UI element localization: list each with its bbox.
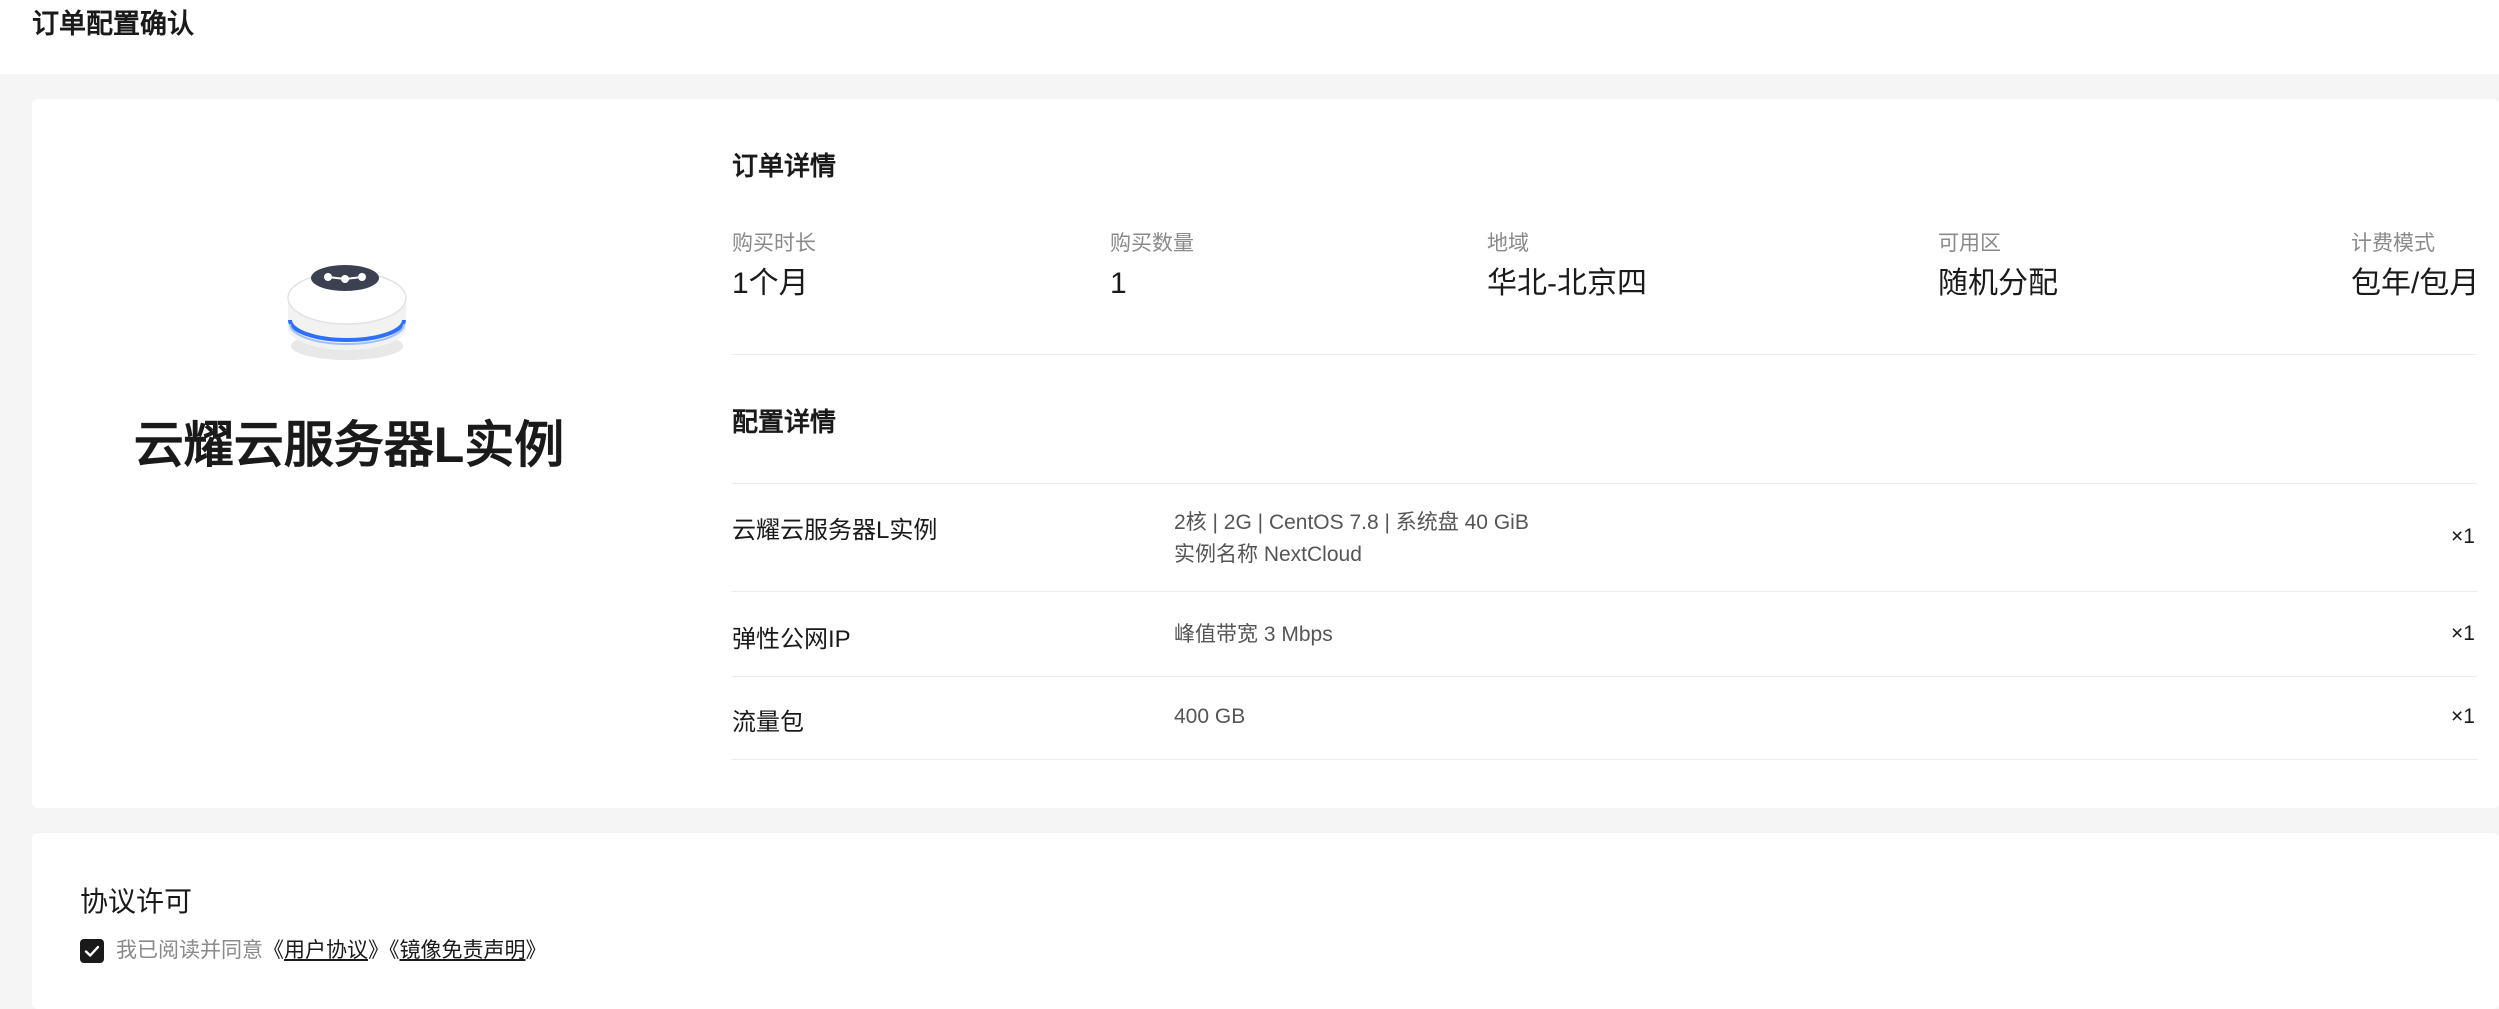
bracket: 》	[368, 939, 389, 962]
config-item-spec: 400 GB	[1174, 705, 1246, 728]
info-region: 地域 华北-北京四	[1487, 230, 1647, 304]
info-duration: 购买时长 1个月	[732, 230, 816, 304]
order-details-title: 订单详情	[732, 151, 837, 181]
page-title: 订单配置确认	[32, 9, 194, 39]
agreement-card	[32, 833, 2499, 1009]
divider	[732, 676, 2477, 677]
info-label: 地域	[1487, 232, 1529, 255]
info-label: 可用区	[1938, 232, 2001, 255]
info-quantity: 购买数量 1	[1110, 230, 1194, 304]
info-value: 包年/包月	[2351, 267, 2480, 300]
info-billing-mode: 计费模式 包年/包月	[2351, 230, 2479, 304]
config-item-spec: 2核 | 2G | CentOS 7.8 | 系统盘 40 GiB 实例名称 N…	[1174, 507, 1529, 571]
config-item-qty: ×1	[2451, 525, 2475, 548]
agreement-text: 我已阅读并同意《用户协议》《镜像免责声明》	[116, 937, 547, 965]
image-disclaimer-link[interactable]: 镜像免责声明	[400, 939, 526, 962]
info-value: 华北-北京四	[1487, 267, 1647, 300]
agreement-prefix: 我已阅读并同意	[116, 939, 263, 962]
config-item-name: 流量包	[732, 709, 804, 736]
config-spec-line: 2核 | 2G | CentOS 7.8 | 系统盘 40 GiB	[1174, 511, 1529, 534]
config-item-name: 弹性公网IP	[732, 626, 851, 653]
info-value: 1个月	[732, 267, 809, 300]
bracket: 《	[263, 939, 284, 962]
config-item-qty: ×1	[2451, 705, 2475, 728]
info-label: 购买时长	[732, 232, 816, 255]
bracket: 《	[389, 939, 400, 962]
info-zone: 可用区 随机分配	[1938, 230, 2058, 304]
agreement-title: 协议许可	[80, 886, 193, 917]
checkmark-icon	[84, 945, 100, 957]
info-value: 随机分配	[1938, 267, 2058, 300]
server-device-icon	[287, 265, 407, 360]
top-bar: 订单配置确认	[0, 0, 2499, 74]
config-details-title: 配置详情	[732, 407, 837, 437]
config-item-qty: ×1	[2451, 622, 2475, 645]
user-agreement-link[interactable]: 用户协议	[284, 939, 368, 962]
agree-checkbox[interactable]	[80, 939, 104, 963]
config-spec-line: 实例名称 NextCloud	[1174, 543, 1362, 566]
divider	[732, 483, 2477, 484]
divider	[732, 759, 2477, 760]
product-title: 云耀云服务器L实例	[133, 417, 565, 473]
config-item-spec: 峰值带宽 3 Mbps	[1174, 623, 1333, 646]
info-label: 计费模式	[2351, 232, 2435, 255]
info-value: 1	[1110, 267, 1127, 300]
divider	[732, 354, 2477, 355]
info-label: 购买数量	[1110, 232, 1194, 255]
config-item-name: 云耀云服务器L实例	[732, 517, 938, 544]
bracket: 》	[525, 939, 547, 962]
divider	[732, 591, 2477, 592]
